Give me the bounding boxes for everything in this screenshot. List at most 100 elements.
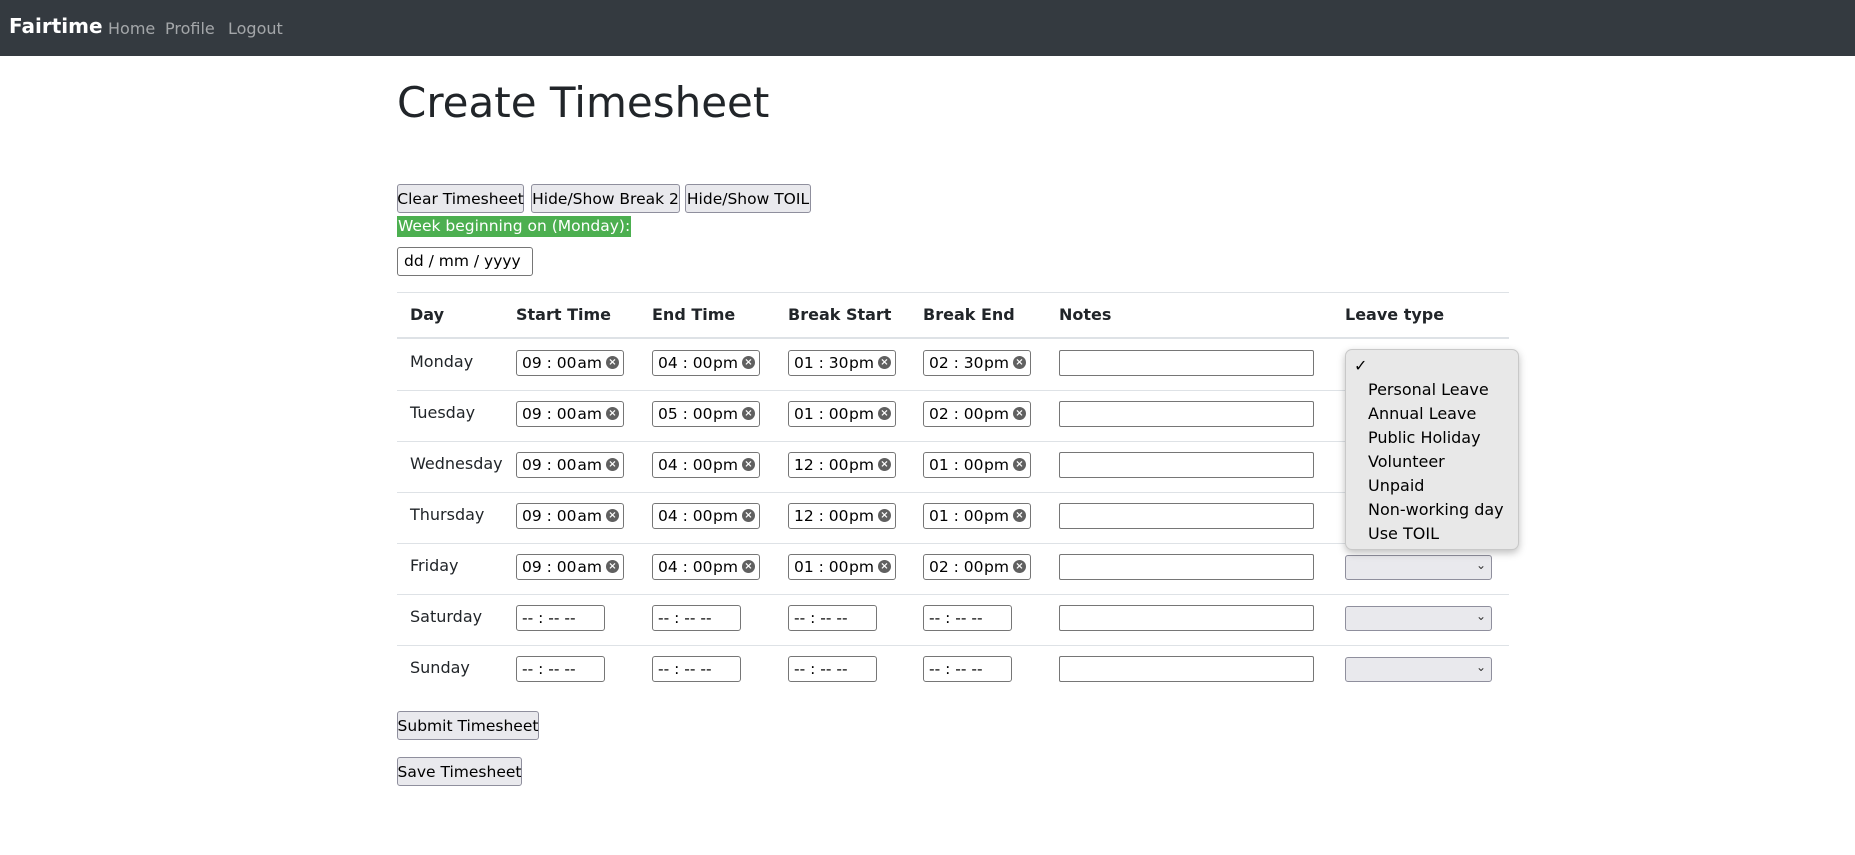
leave-option-volunteer[interactable]: Volunteer [1368,452,1445,471]
clear-icon[interactable]: × [606,509,619,522]
break-end-input[interactable]: 02 : 00 pm × [923,554,1031,580]
break-start-input[interactable]: -- : -- -- [788,656,877,682]
week-date-input[interactable]: dd / mm / yyyy [397,247,533,276]
notes-input[interactable] [1059,503,1314,529]
end-time-input[interactable]: 04 : 00 pm × [652,554,760,580]
clear-icon[interactable]: × [878,509,891,522]
brand-logo[interactable]: Fairtime [9,14,103,38]
col-header-break-start: Break Start [788,305,892,324]
leave-option-unpaid[interactable]: Unpaid [1368,476,1424,495]
clear-timesheet-button[interactable]: Clear Timesheet [397,184,524,213]
break-end-input[interactable]: 02 : 00 pm × [923,401,1031,427]
time-meridiem: pm [713,456,738,474]
time-meridiem: pm [984,354,1009,372]
start-time-input[interactable]: 09 : 00 am × [516,503,624,529]
break-end-input[interactable]: 02 : 30 pm × [923,350,1031,376]
break-start-input[interactable]: 12 : 00 pm × [788,452,896,478]
submit-timesheet-button[interactable]: Submit Timesheet [397,711,539,740]
time-value: 01 : 30 [794,354,849,372]
notes-input[interactable] [1059,452,1314,478]
table-header-border [397,337,1509,339]
start-time-input[interactable]: 09 : 00 am × [516,452,624,478]
leave-option-use-toil[interactable]: Use TOIL [1368,524,1439,543]
start-time-input[interactable]: 09 : 00 am × [516,554,624,580]
clear-icon[interactable]: × [606,560,619,573]
break-start-input[interactable]: 12 : 00 pm × [788,503,896,529]
end-time-input[interactable]: -- : -- -- [652,656,741,682]
notes-input[interactable] [1059,401,1314,427]
leave-type-dropdown[interactable]: ✓ Personal Leave Annual Leave Public Hol… [1345,349,1519,550]
time-meridiem: pm [984,558,1009,576]
nav-link-profile[interactable]: Profile [165,19,215,38]
notes-input[interactable] [1059,605,1314,631]
end-time-input[interactable]: 04 : 00 pm × [652,350,760,376]
toggle-break2-button[interactable]: Hide/Show Break 2 [531,184,680,213]
clear-icon[interactable]: × [742,407,755,420]
clear-icon[interactable]: × [1013,509,1026,522]
start-time-input[interactable]: -- : -- -- [516,605,605,631]
start-time-input[interactable]: 09 : 00 am × [516,401,624,427]
chevron-down-icon: ⌄ [1475,660,1486,674]
clear-icon[interactable]: × [742,560,755,573]
save-timesheet-button[interactable]: Save Timesheet [397,757,522,786]
clear-icon[interactable]: × [606,458,619,471]
time-value: 09 : 00 [522,558,577,576]
clear-icon[interactable]: × [606,356,619,369]
clear-icon[interactable]: × [606,407,619,420]
time-meridiem: pm [849,405,874,423]
leave-option-personal[interactable]: Personal Leave [1368,380,1489,399]
end-time-input[interactable]: 04 : 00 pm × [652,452,760,478]
leave-option-public-holiday[interactable]: Public Holiday [1368,428,1481,447]
time-value: 04 : 00 [658,558,713,576]
col-header-day: Day [410,305,445,324]
week-beginning-label: Week beginning on (Monday): [397,216,632,237]
clear-icon[interactable]: × [878,356,891,369]
clear-icon[interactable]: × [742,356,755,369]
notes-input[interactable] [1059,554,1314,580]
start-time-input[interactable]: -- : -- -- [516,656,605,682]
time-meridiem: pm [984,456,1009,474]
nav-link-logout[interactable]: Logout [228,19,283,38]
leave-option-annual[interactable]: Annual Leave [1368,404,1476,423]
notes-input[interactable] [1059,350,1314,376]
leave-option-non-working[interactable]: Non-working day [1368,500,1504,519]
break-start-input[interactable]: 01 : 00 pm × [788,401,896,427]
time-meridiem: am [577,507,602,525]
day-label: Wednesday [410,454,503,473]
time-value: 02 : 00 [929,558,984,576]
col-header-end-time: End Time [652,305,736,324]
clear-icon[interactable]: × [1013,407,1026,420]
col-header-notes: Notes [1059,305,1112,324]
clear-icon[interactable]: × [742,458,755,471]
clear-icon[interactable]: × [1013,356,1026,369]
clear-icon[interactable]: × [742,509,755,522]
end-time-input[interactable]: 05 : 00 pm × [652,401,760,427]
start-time-input[interactable]: 09 : 00 am × [516,350,624,376]
time-meridiem: pm [984,405,1009,423]
break-end-input[interactable]: -- : -- -- [923,656,1012,682]
leave-type-select[interactable]: ⌄ [1345,657,1492,682]
time-value: 05 : 00 [658,405,713,423]
toggle-toil-button[interactable]: Hide/Show TOIL [685,184,811,213]
end-time-input[interactable]: 04 : 00 pm × [652,503,760,529]
time-value: 04 : 00 [658,507,713,525]
page-title: Create Timesheet [397,78,770,127]
break-start-input[interactable]: 01 : 30 pm × [788,350,896,376]
leave-type-select[interactable]: ⌄ [1345,606,1492,631]
clear-icon[interactable]: × [878,407,891,420]
break-end-input[interactable]: 01 : 00 pm × [923,452,1031,478]
end-time-input[interactable]: -- : -- -- [652,605,741,631]
clear-icon[interactable]: × [1013,458,1026,471]
clear-icon[interactable]: × [1013,560,1026,573]
break-start-input[interactable]: 01 : 00 pm × [788,554,896,580]
time-value: 01 : 00 [929,507,984,525]
table-top-border [397,292,1509,293]
clear-icon[interactable]: × [878,560,891,573]
clear-icon[interactable]: × [878,458,891,471]
break-end-input[interactable]: 01 : 00 pm × [923,503,1031,529]
break-end-input[interactable]: -- : -- -- [923,605,1012,631]
break-start-input[interactable]: -- : -- -- [788,605,877,631]
notes-input[interactable] [1059,656,1314,682]
nav-link-home[interactable]: Home [108,19,155,38]
leave-type-select[interactable]: ⌄ [1345,555,1492,580]
